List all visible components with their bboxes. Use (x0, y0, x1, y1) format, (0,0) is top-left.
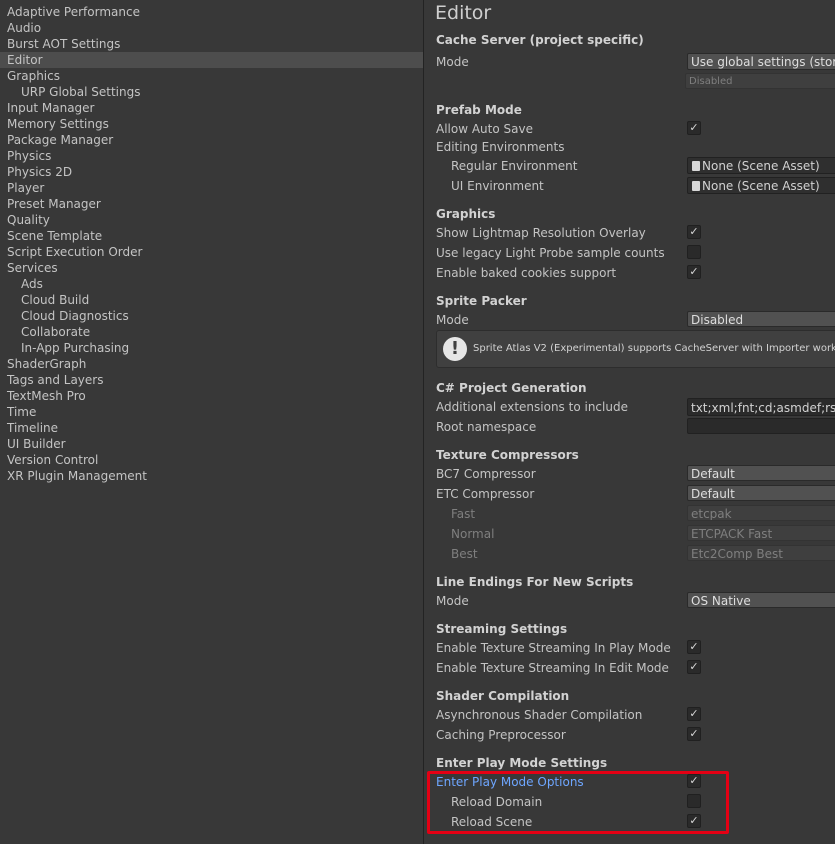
sidebar-item-version-control[interactable]: Version Control (0, 452, 423, 468)
sidebar-item-urp-global-settings[interactable]: URP Global Settings (0, 84, 423, 100)
sidebar-item-collaborate[interactable]: Collaborate (0, 324, 423, 340)
bc7-compressor-dropdown[interactable]: Default (687, 465, 835, 481)
line-endings-mode-dropdown[interactable]: OS Native (687, 592, 835, 608)
additional-extensions-input[interactable]: txt;xml;fnt;cd;asmdef;rsp;a (687, 398, 835, 416)
sidebar-item-burst-aot-settings[interactable]: Burst AOT Settings (0, 36, 423, 52)
cache-server-status-field: Disabled (685, 73, 835, 89)
sidebar-item-graphics[interactable]: Graphics (0, 68, 423, 84)
settings-sidebar: Adaptive Performance Audio Burst AOT Set… (0, 0, 424, 844)
regular-environment-field[interactable]: None (Scene Asset) (687, 157, 835, 174)
ui-environment-field[interactable]: None (Scene Asset) (687, 177, 835, 194)
section-header-prefab-mode: Prefab Mode (436, 103, 522, 117)
root-namespace-input[interactable] (687, 418, 835, 434)
async-shader-compilation-checkbox[interactable]: ✓ (687, 707, 701, 721)
sidebar-item-input-manager[interactable]: Input Manager (0, 100, 423, 116)
section-header-line-endings: Line Endings For New Scripts (436, 575, 634, 589)
sprite-packer-mode-label: Mode (436, 313, 469, 327)
sidebar-item-quality[interactable]: Quality (0, 212, 423, 228)
section-header-csharp-project-generation: C# Project Generation (436, 381, 587, 395)
caching-preprocessor-label: Caching Preprocessor (436, 728, 566, 742)
sidebar-item-xr-plugin-management[interactable]: XR Plugin Management (0, 468, 423, 484)
streaming-edit-mode-checkbox[interactable]: ✓ (687, 660, 701, 674)
regular-environment-value: None (Scene Asset) (702, 158, 820, 173)
sidebar-item-adaptive-performance[interactable]: Adaptive Performance (0, 4, 423, 20)
sidebar-item-preset-manager[interactable]: Preset Manager (0, 196, 423, 212)
baked-cookies-label: Enable baked cookies support (436, 266, 617, 280)
bc7-compressor-label: BC7 Compressor (436, 467, 536, 481)
sidebar-item-audio[interactable]: Audio (0, 20, 423, 36)
best-compressor-label: Best (451, 547, 478, 561)
fast-compressor-label: Fast (451, 507, 476, 521)
cache-server-mode-dropdown[interactable]: Use global settings (stored (687, 53, 835, 70)
section-header-cache-server: Cache Server (project specific) (436, 33, 644, 47)
sidebar-item-physics[interactable]: Physics (0, 148, 423, 164)
sidebar-item-scene-template[interactable]: Scene Template (0, 228, 423, 244)
lightmap-overlay-label: Show Lightmap Resolution Overlay (436, 226, 646, 240)
streaming-play-mode-checkbox[interactable]: ✓ (687, 640, 701, 654)
sidebar-item-cloud-diagnostics[interactable]: Cloud Diagnostics (0, 308, 423, 324)
etc-compressor-label: ETC Compressor (436, 487, 535, 501)
section-header-graphics: Graphics (436, 207, 496, 221)
normal-compressor-label: Normal (451, 527, 495, 541)
regular-environment-label: Regular Environment (451, 159, 578, 173)
highlight-annotation-box (427, 771, 729, 834)
section-header-texture-compressors: Texture Compressors (436, 448, 579, 462)
etc-compressor-dropdown[interactable]: Default (687, 485, 835, 501)
sprite-atlas-help-text: Sprite Atlas V2 (Experimental) supports … (473, 343, 835, 354)
page-title: Editor (435, 2, 492, 24)
sidebar-item-tags-and-layers[interactable]: Tags and Layers (0, 372, 423, 388)
sidebar-item-time[interactable]: Time (0, 404, 423, 420)
async-shader-compilation-label: Asynchronous Shader Compilation (436, 708, 643, 722)
lightmap-overlay-checkbox[interactable]: ✓ (687, 225, 701, 239)
settings-main-panel: Editor Cache Server (project specific) M… (424, 0, 835, 844)
best-compressor-dropdown: Etc2Comp Best (687, 545, 835, 561)
sprite-atlas-help-box: ! Sprite Atlas V2 (Experimental) support… (436, 330, 835, 368)
root-namespace-label: Root namespace (436, 420, 537, 434)
streaming-play-mode-label: Enable Texture Streaming In Play Mode (436, 641, 671, 655)
sidebar-item-shadergraph[interactable]: ShaderGraph (0, 356, 423, 372)
sidebar-item-ui-builder[interactable]: UI Builder (0, 436, 423, 452)
sidebar-item-in-app-purchasing[interactable]: In-App Purchasing (0, 340, 423, 356)
allow-auto-save-label: Allow Auto Save (436, 122, 533, 136)
allow-auto-save-checkbox[interactable]: ✓ (687, 121, 701, 135)
scene-asset-icon (692, 180, 700, 191)
sidebar-item-textmesh-pro[interactable]: TextMesh Pro (0, 388, 423, 404)
sidebar-item-editor[interactable]: Editor (0, 52, 423, 68)
warning-icon: ! (443, 337, 467, 361)
section-header-shader-compilation: Shader Compilation (436, 689, 570, 703)
sidebar-item-ads[interactable]: Ads (0, 276, 423, 292)
caching-preprocessor-checkbox[interactable]: ✓ (687, 727, 701, 741)
ui-environment-value: None (Scene Asset) (702, 178, 820, 193)
legacy-light-probe-checkbox[interactable] (687, 245, 701, 259)
streaming-edit-mode-label: Enable Texture Streaming In Edit Mode (436, 661, 669, 675)
section-header-streaming-settings: Streaming Settings (436, 622, 568, 636)
sidebar-item-script-execution-order[interactable]: Script Execution Order (0, 244, 423, 260)
sidebar-item-physics-2d[interactable]: Physics 2D (0, 164, 423, 180)
baked-cookies-checkbox[interactable]: ✓ (687, 265, 701, 279)
section-header-sprite-packer: Sprite Packer (436, 294, 527, 308)
ui-environment-label: UI Environment (451, 179, 544, 193)
normal-compressor-dropdown: ETCPACK Fast (687, 525, 835, 541)
sidebar-item-services[interactable]: Services (0, 260, 423, 276)
sidebar-item-timeline[interactable]: Timeline (0, 420, 423, 436)
editing-environments-label: Editing Environments (436, 140, 565, 154)
sidebar-item-cloud-build[interactable]: Cloud Build (0, 292, 423, 308)
sidebar-item-memory-settings[interactable]: Memory Settings (0, 116, 423, 132)
cache-server-mode-label: Mode (436, 55, 469, 69)
fast-compressor-dropdown: etcpak (687, 505, 835, 521)
additional-extensions-label: Additional extensions to include (436, 400, 628, 414)
scene-asset-icon (692, 160, 700, 171)
legacy-light-probe-label: Use legacy Light Probe sample counts (436, 246, 665, 260)
line-endings-mode-label: Mode (436, 594, 469, 608)
sidebar-item-player[interactable]: Player (0, 180, 423, 196)
section-header-enter-play-mode: Enter Play Mode Settings (436, 756, 608, 770)
sidebar-item-package-manager[interactable]: Package Manager (0, 132, 423, 148)
sprite-packer-mode-dropdown[interactable]: Disabled (687, 311, 835, 327)
